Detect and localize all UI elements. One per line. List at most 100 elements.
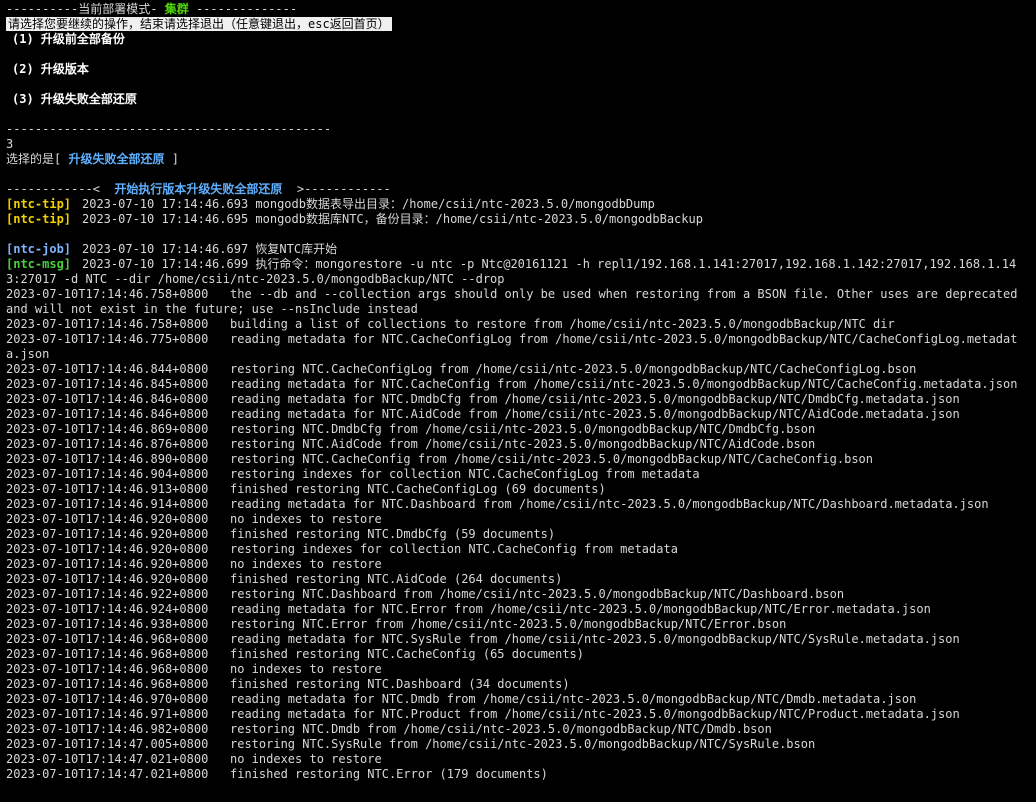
- log-message: reading metadata for NTC.Dmdb from /home…: [230, 692, 917, 706]
- log-timestamp: 2023-07-10T17:14:46.914+0800: [6, 497, 209, 511]
- log-timestamp: 2023-07-10T17:14:47.021+0800: [6, 752, 209, 766]
- log-timestamp: 2023-07-10T17:14:46.844+0800: [6, 362, 209, 376]
- log-timestamp: 2023-07-10T17:14:46.971+0800: [6, 707, 209, 721]
- log-row: 2023-07-10T17:14:46.846+0800 reading meta…: [6, 407, 1030, 422]
- log-timestamp: 2023-07-10T17:14:47.021+0800: [6, 767, 209, 781]
- log-row: 2023-07-10T17:14:47.021+0800 no indexes t…: [6, 752, 1030, 767]
- log-row: 2023-07-10T17:14:46.968+0800 reading meta…: [6, 632, 1030, 647]
- log-row: 2023-07-10T17:14:46.904+0800 restoring in…: [6, 467, 1030, 482]
- log-timestamp: 2023-07-10T17:14:46.968+0800: [6, 677, 209, 691]
- operation-prompt: 请选择您要继续的操作，结束请选择退出（任意键退出，esc返回首页）: [6, 17, 392, 31]
- log-row: 2023-07-10T17:14:46.920+0800 restoring in…: [6, 542, 1030, 557]
- mode-header-left: ----------当前部署模式-: [6, 2, 165, 16]
- log-timestamp: 2023-07-10T17:14:46.970+0800: [6, 692, 209, 706]
- log-message: reading metadata for NTC.DmdbCfg from /h…: [230, 392, 960, 406]
- menu-item-backup[interactable]: (1) 升级前全部备份: [12, 32, 1036, 47]
- log-row: 2023-07-10T17:14:46.938+0800 restoring NT…: [6, 617, 1030, 632]
- exec-banner-left: ------------<: [6, 182, 115, 196]
- tip-line: [ntc-tip] 2023-07-10 17:14:46.693 mongodb…: [6, 197, 1036, 212]
- log-message: no indexes to restore: [230, 752, 382, 766]
- log-row: 2023-07-10T17:14:46.758+0800 building a l…: [6, 317, 1030, 332]
- log-timestamp: 2023-07-10T17:14:46.920+0800: [6, 557, 209, 571]
- selection-suffix: ]: [164, 152, 179, 166]
- exec-banner-text: 开始执行版本升级失败全部还原: [114, 182, 283, 196]
- log-row: 2023-07-10T17:14:46.968+0800 finished res…: [6, 677, 1030, 692]
- log-message: building a list of collections to restor…: [230, 317, 895, 331]
- log-message: restoring NTC.Dmdb from /home/csii/ntc-2…: [230, 722, 772, 736]
- log-row: 2023-07-10T17:14:46.869+0800 restoring NT…: [6, 422, 1030, 437]
- log-message: restoring NTC.AidCode from /home/csii/nt…: [230, 437, 816, 451]
- log-message: reading metadata for NTC.Product from /h…: [230, 707, 960, 721]
- log-timestamp: 2023-07-10T17:14:46.846+0800: [6, 407, 209, 421]
- log-row: 2023-07-10T17:14:47.005+0800 restoring NT…: [6, 737, 1030, 752]
- user-input[interactable]: 3: [6, 137, 1036, 152]
- log-list: 2023-07-10T17:14:46.758+0800 the --db and…: [6, 287, 1036, 782]
- tip-text: 2023-07-10 17:14:46.695 mongodb数据库NTC，备份…: [82, 212, 703, 226]
- log-row: 2023-07-10T17:14:46.890+0800 restoring NT…: [6, 452, 1030, 467]
- log-row: 2023-07-10T17:14:46.970+0800 reading meta…: [6, 692, 1030, 707]
- log-message: restoring indexes for collection NTC.Cac…: [230, 467, 700, 481]
- log-message: restoring NTC.CacheConfig from /home/csi…: [230, 452, 873, 466]
- log-timestamp: 2023-07-10T17:14:46.938+0800: [6, 617, 209, 631]
- exec-banner-right: >------------: [282, 182, 391, 196]
- log-row: 2023-07-10T17:14:46.920+0800 no indexes t…: [6, 557, 1030, 572]
- job-line: [ntc-job] 2023-07-10 17:14:46.697 恢复NTC库开…: [6, 242, 1036, 257]
- log-timestamp: 2023-07-10T17:14:46.876+0800: [6, 437, 209, 451]
- log-message: restoring NTC.CacheConfigLog from /home/…: [230, 362, 917, 376]
- menu-item-upgrade[interactable]: (2) 升级版本: [12, 62, 1036, 77]
- log-message: reading metadata for NTC.CacheConfig fro…: [230, 377, 1018, 391]
- log-row: 2023-07-10T17:14:46.920+0800 no indexes t…: [6, 512, 1030, 527]
- log-row: 2023-07-10T17:14:46.920+0800 finished res…: [6, 527, 1030, 542]
- log-row: 2023-07-10T17:14:46.982+0800 restoring NT…: [6, 722, 1030, 737]
- prompt-line: 请选择您要继续的操作，结束请选择退出（任意键退出，esc返回首页）: [6, 17, 1036, 32]
- log-timestamp: 2023-07-10T17:14:47.005+0800: [6, 737, 209, 751]
- log-message: no indexes to restore: [230, 557, 382, 571]
- log-row: 2023-07-10T17:14:46.876+0800 restoring NT…: [6, 437, 1030, 452]
- log-timestamp: 2023-07-10T17:14:46.920+0800: [6, 527, 209, 541]
- log-row: 2023-07-10T17:14:46.924+0800 reading meta…: [6, 602, 1030, 617]
- log-timestamp: 2023-07-10T17:14:46.920+0800: [6, 512, 209, 526]
- tip-tag: [ntc-tip]: [6, 197, 72, 211]
- log-message: no indexes to restore: [230, 512, 382, 526]
- log-row: 2023-07-10T17:14:47.021+0800 finished res…: [6, 767, 1030, 782]
- log-row: 2023-07-10T17:14:46.913+0800 finished res…: [6, 482, 1030, 497]
- log-row: 2023-07-10T17:14:46.968+0800 finished res…: [6, 647, 1030, 662]
- selection-line: 选择的是[ 升级失败全部还原 ]: [6, 152, 1036, 167]
- log-timestamp: 2023-07-10T17:14:46.758+0800: [6, 287, 209, 301]
- mode-header: ----------当前部署模式- 集群 --------------: [6, 2, 1036, 17]
- terminal-window[interactable]: ----------当前部署模式- 集群 -------------- 请选择您…: [0, 0, 1036, 802]
- tip-line: [ntc-tip] 2023-07-10 17:14:46.695 mongodb…: [6, 212, 1036, 227]
- log-timestamp: 2023-07-10T17:14:46.968+0800: [6, 632, 209, 646]
- log-timestamp: 2023-07-10T17:14:46.922+0800: [6, 587, 209, 601]
- exec-banner: ------------< 开始执行版本升级失败全部还原 >----------…: [6, 182, 1036, 197]
- log-row: 2023-07-10T17:14:46.844+0800 restoring NT…: [6, 362, 1030, 377]
- log-timestamp: 2023-07-10T17:14:46.982+0800: [6, 722, 209, 736]
- msg-line: [ntc-msg] 2023-07-10 17:14:46.699 执行命令：mo…: [6, 257, 1030, 287]
- log-timestamp: 2023-07-10T17:14:46.913+0800: [6, 482, 209, 496]
- log-timestamp: 2023-07-10T17:14:46.846+0800: [6, 392, 209, 406]
- selection-prefix: 选择的是[: [6, 152, 69, 166]
- log-message: finished restoring NTC.CacheConfigLog (6…: [230, 482, 606, 496]
- deploy-mode: 集群: [164, 2, 189, 16]
- job-tag: [ntc-job]: [6, 242, 72, 256]
- log-row: 2023-07-10T17:14:46.968+0800 no indexes t…: [6, 662, 1030, 677]
- menu-item-restore[interactable]: (3) 升级失败全部还原: [12, 92, 1036, 107]
- log-message: restoring indexes for collection NTC.Cac…: [230, 542, 678, 556]
- log-timestamp: 2023-07-10T17:14:46.968+0800: [6, 647, 209, 661]
- log-message: finished restoring NTC.Error (179 docume…: [230, 767, 548, 781]
- log-row: 2023-07-10T17:14:46.758+0800 the --db and…: [6, 287, 1030, 317]
- selected-option: 升级失败全部还原: [68, 152, 165, 166]
- log-timestamp: 2023-07-10T17:14:46.924+0800: [6, 602, 209, 616]
- log-message: finished restoring NTC.AidCode (264 docu…: [230, 572, 563, 586]
- log-timestamp: 2023-07-10T17:14:46.775+0800: [6, 332, 209, 346]
- log-row: 2023-07-10T17:14:46.922+0800 restoring NT…: [6, 587, 1030, 602]
- log-message: finished restoring NTC.CacheConfig (65 d…: [230, 647, 585, 661]
- log-row: 2023-07-10T17:14:46.845+0800 reading meta…: [6, 377, 1030, 392]
- log-row: 2023-07-10T17:14:46.775+0800 reading meta…: [6, 332, 1030, 362]
- log-timestamp: 2023-07-10T17:14:46.968+0800: [6, 662, 209, 676]
